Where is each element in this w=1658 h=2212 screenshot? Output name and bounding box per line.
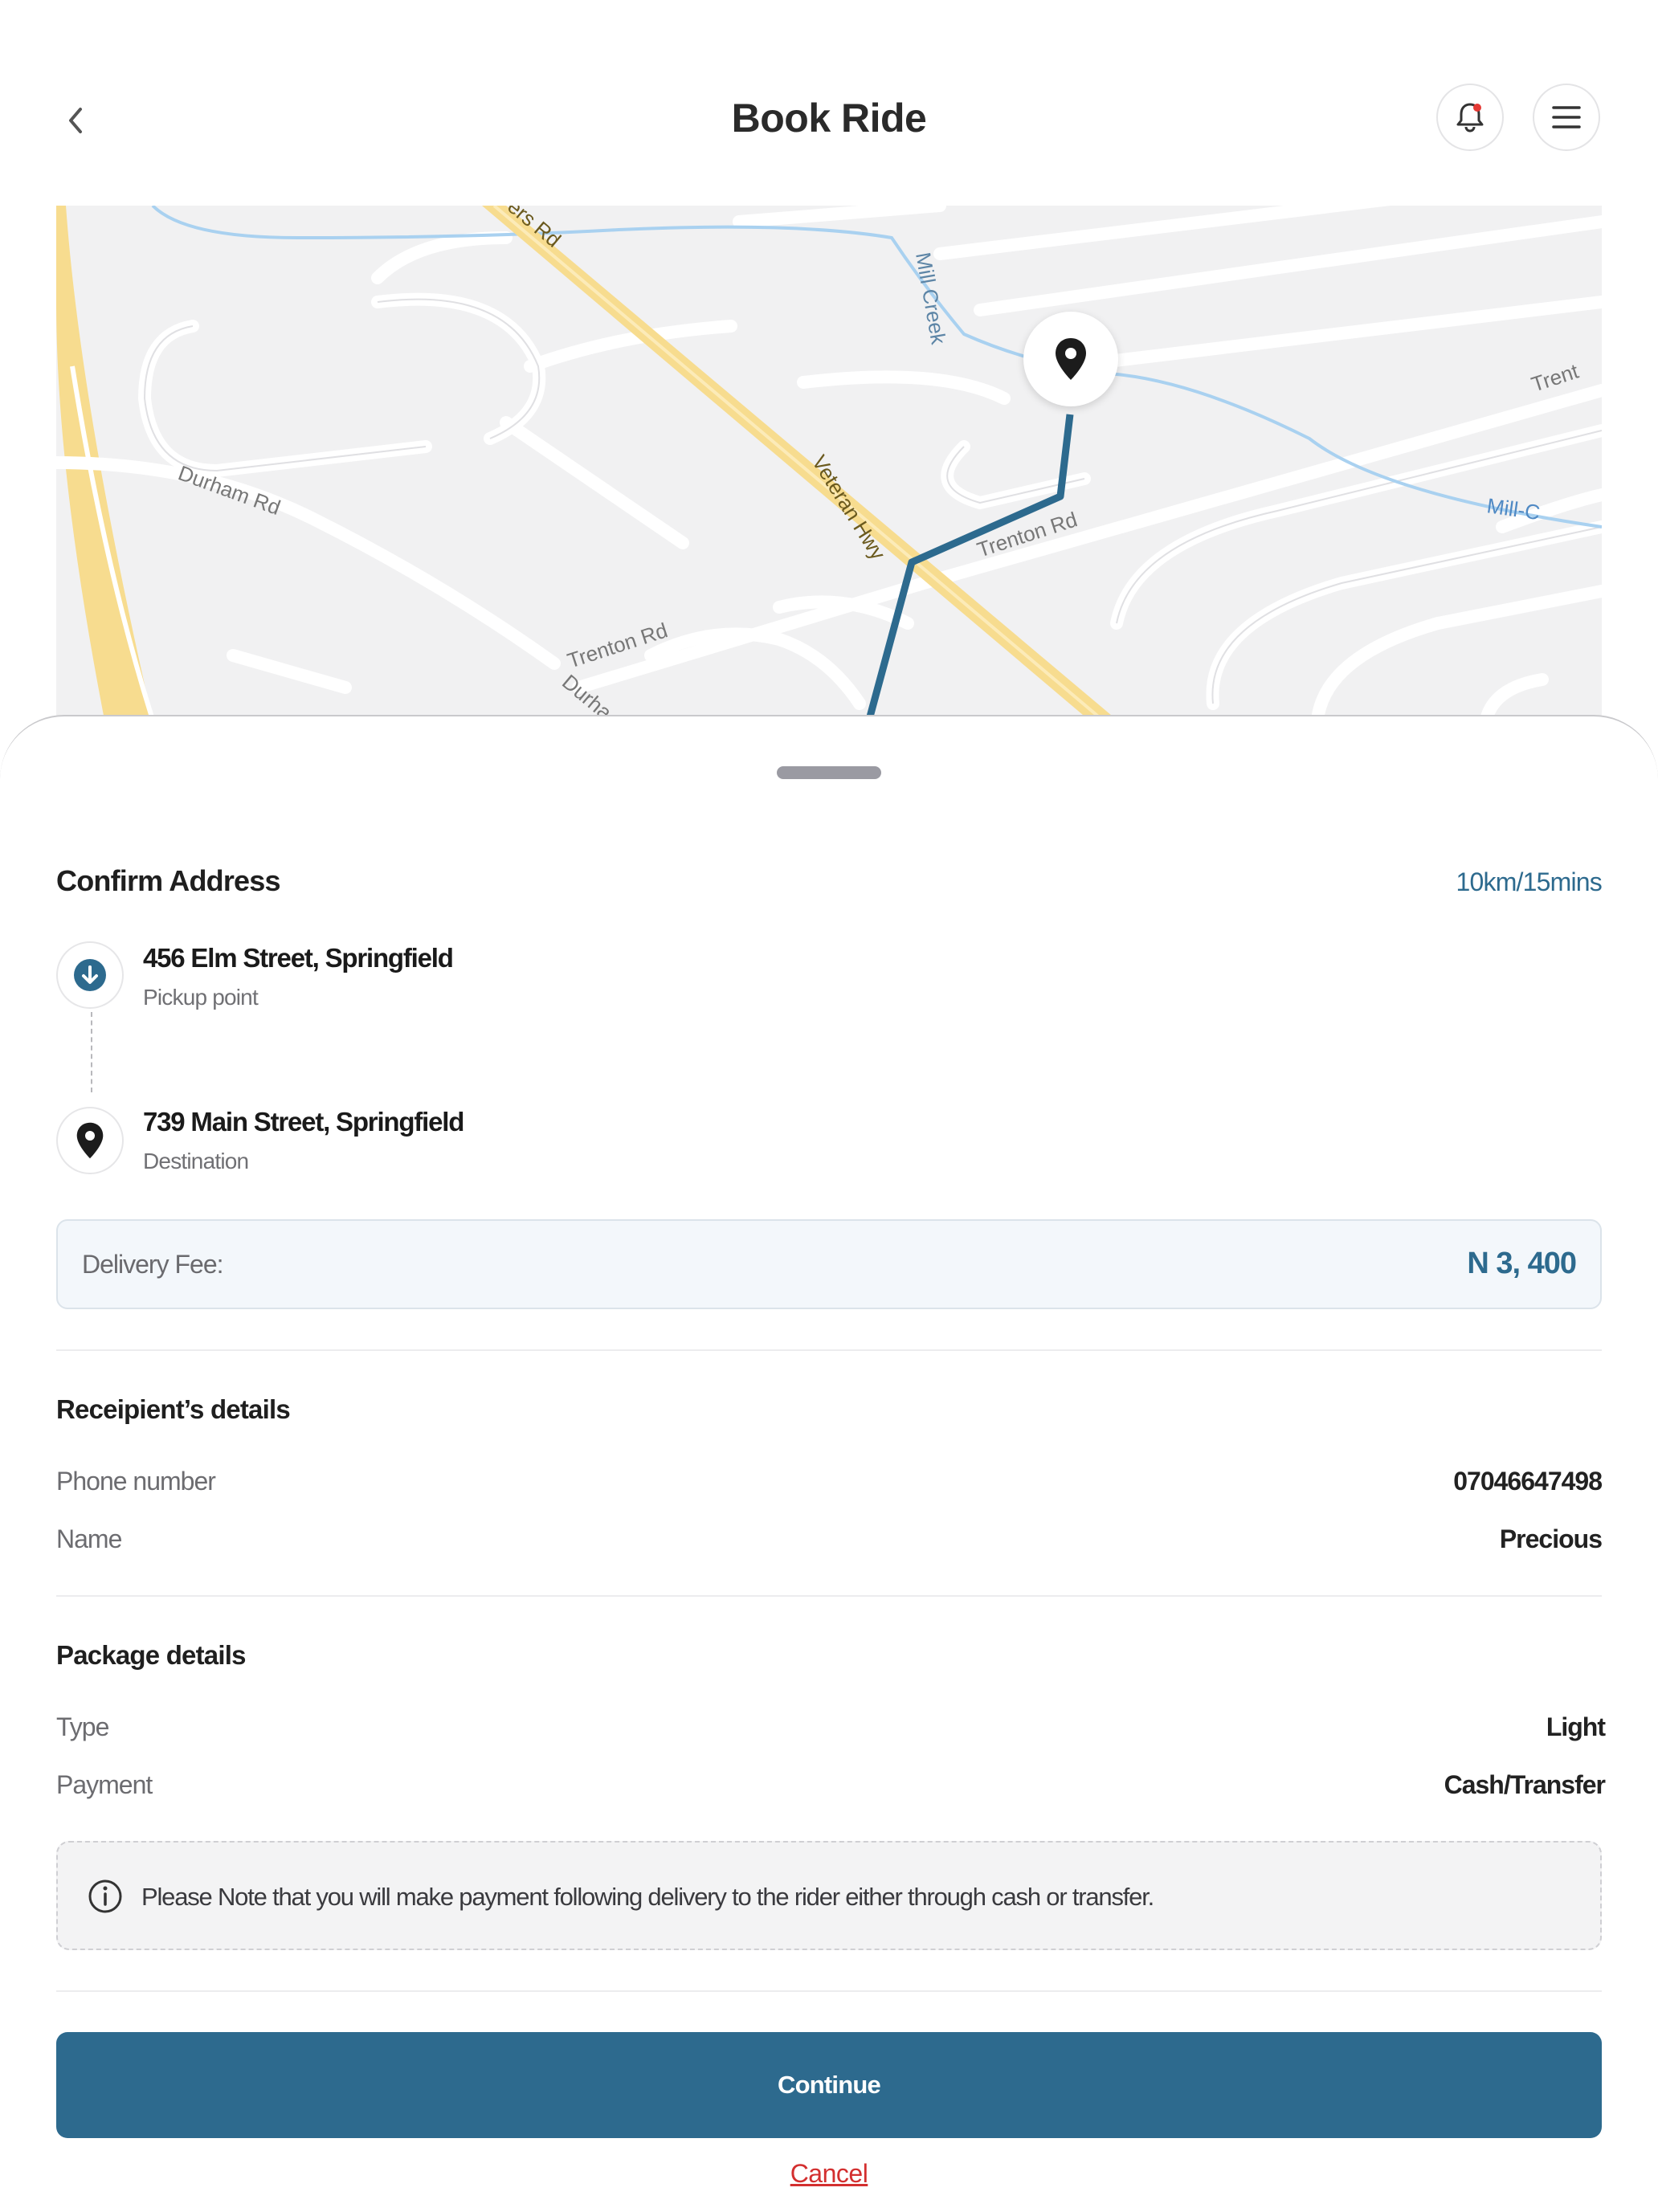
name-value: Precious [1499, 1524, 1603, 1553]
divider [56, 1349, 1602, 1351]
pickup-icon-badge [56, 941, 124, 1009]
package-type-label: Type [56, 1712, 109, 1741]
page-title: Book Ride [731, 96, 927, 141]
booking-sheet: Confirm Address 10km/15mins 456 Elm Stre… [0, 715, 1658, 2212]
notification-button[interactable] [1436, 84, 1504, 151]
cancel-link[interactable]: Cancel [790, 2159, 868, 2188]
name-label: Name [56, 1524, 122, 1553]
pickup-label: Pickup point [143, 985, 259, 1010]
payment-note-text: Please Note that you will make payment f… [141, 1883, 1154, 1911]
route-connector-line [91, 1012, 92, 1092]
arrow-down-circle-icon [74, 959, 106, 991]
destination-marker[interactable] [1023, 312, 1118, 406]
divider [56, 1990, 1602, 1992]
location-pin-icon [76, 1122, 104, 1159]
pickup-address: 456 Elm Street, Springfield [143, 943, 454, 973]
info-icon [88, 1879, 122, 1913]
hamburger-menu-icon [1552, 106, 1581, 129]
cancel-link-row: Cancel [0, 2159, 1658, 2189]
phone-number-value: 07046647498 [1453, 1467, 1603, 1496]
payment-label: Payment [56, 1770, 153, 1799]
delivery-fee-box: Delivery Fee: N 3, 400 [56, 1219, 1602, 1309]
package-type-value: Light [1546, 1712, 1606, 1741]
divider [56, 1595, 1602, 1597]
payment-note: Please Note that you will make payment f… [56, 1841, 1602, 1950]
app-header: Book Ride [0, 0, 1658, 193]
menu-button[interactable] [1533, 84, 1600, 151]
location-pin-icon [1056, 338, 1086, 380]
route-map[interactable]: Durham Rd Trenton Rd Trenton Rd Veteran … [56, 206, 1602, 720]
continue-button[interactable]: Continue [56, 2032, 1602, 2138]
recipient-details-title: Receipient’s details [56, 1394, 291, 1424]
phone-number-label: Phone number [56, 1467, 216, 1496]
package-details-title: Package details [56, 1640, 246, 1670]
distance-eta: 10km/15mins [1456, 867, 1603, 896]
bell-icon [1456, 103, 1484, 133]
payment-value: Cash/Transfer [1444, 1770, 1606, 1799]
delivery-fee-label: Delivery Fee: [82, 1250, 223, 1279]
destination-address: 739 Main Street, Springfield [143, 1107, 464, 1137]
destination-icon-badge [56, 1107, 124, 1174]
confirm-address-title: Confirm Address [56, 864, 281, 897]
destination-label: Destination [143, 1149, 249, 1173]
sheet-drag-handle[interactable] [777, 766, 881, 779]
delivery-fee-value: N 3, 400 [1467, 1247, 1577, 1280]
